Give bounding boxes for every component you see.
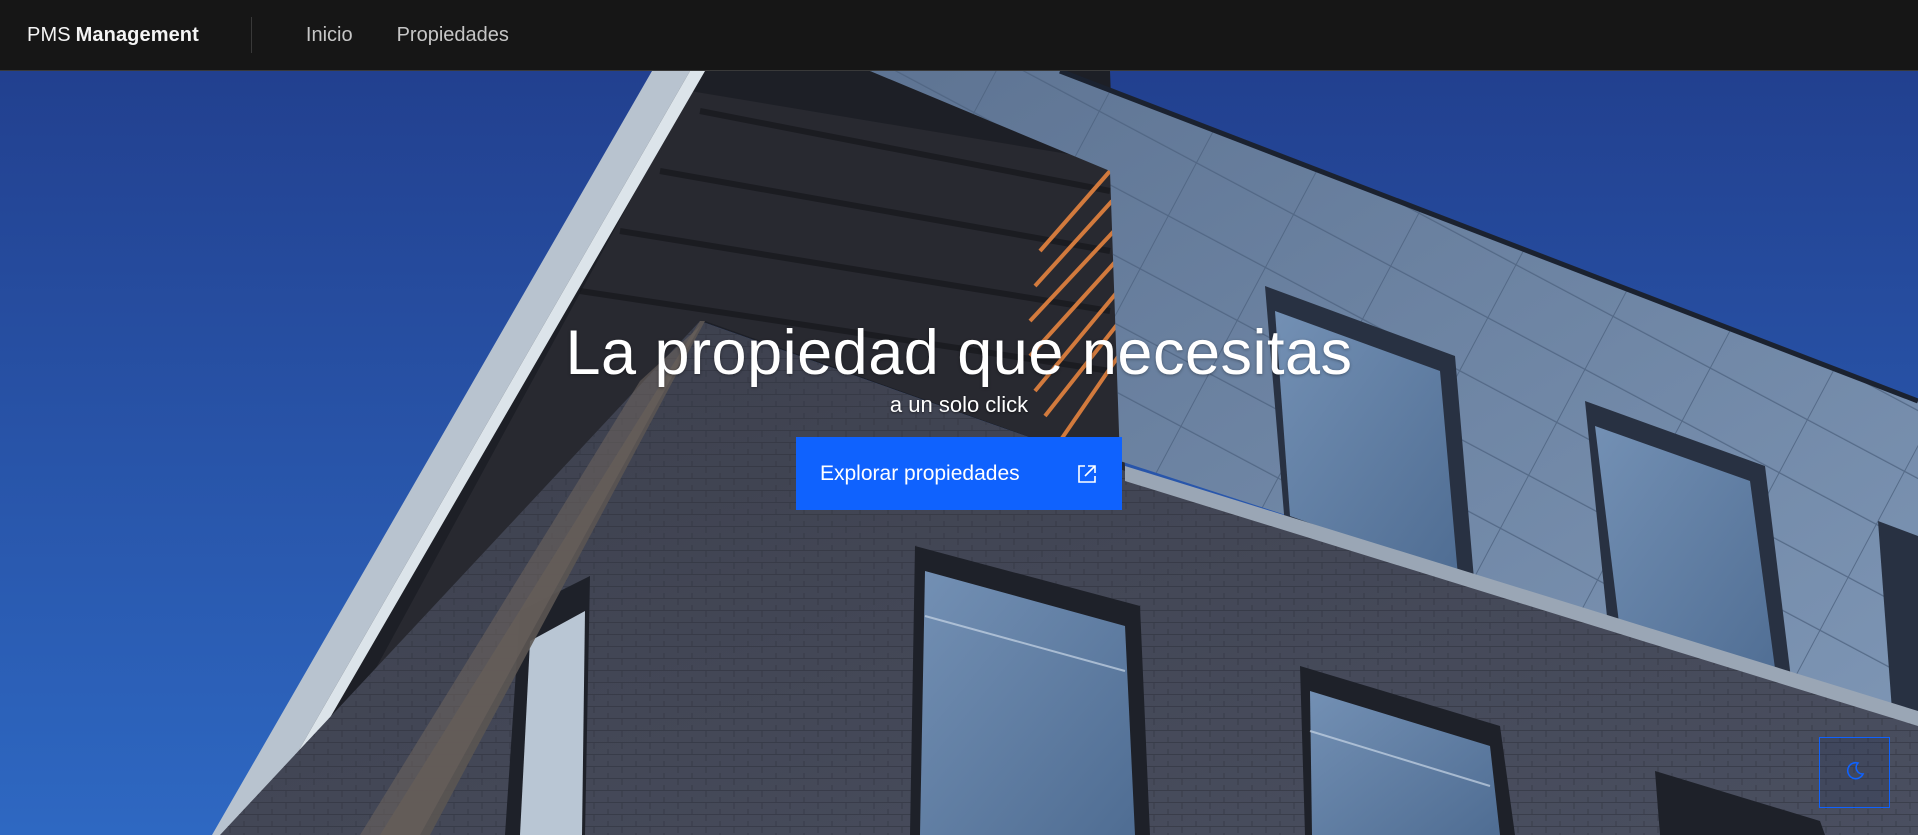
nav-item-inicio[interactable]: Inicio [284, 0, 375, 70]
brand-logo-link[interactable]: PMS Management [0, 0, 251, 70]
hero-section: La propiedad que necesitas a un solo cli… [0, 71, 1918, 835]
hero-content: La propiedad que necesitas a un solo cli… [0, 71, 1918, 835]
theme-toggle-button[interactable] [1819, 737, 1890, 808]
explore-properties-button[interactable]: Explorar propiedades [796, 437, 1122, 511]
nav-item-propiedades[interactable]: Propiedades [375, 0, 531, 70]
external-link-icon [1076, 463, 1098, 485]
explore-properties-label: Explorar propiedades [820, 461, 1020, 485]
hero-subtitle: a un solo click [889, 392, 1029, 418]
brand-name-bold: Management [75, 23, 199, 46]
header-divider [250, 17, 252, 53]
hero-title: La propiedad que necesitas [565, 318, 1353, 388]
moon-icon [1844, 759, 1866, 786]
main-nav: Inicio Propiedades [284, 0, 531, 70]
top-header: PMS Management Inicio Propiedades [0, 0, 1918, 71]
brand-prefix: PMS [27, 23, 71, 46]
